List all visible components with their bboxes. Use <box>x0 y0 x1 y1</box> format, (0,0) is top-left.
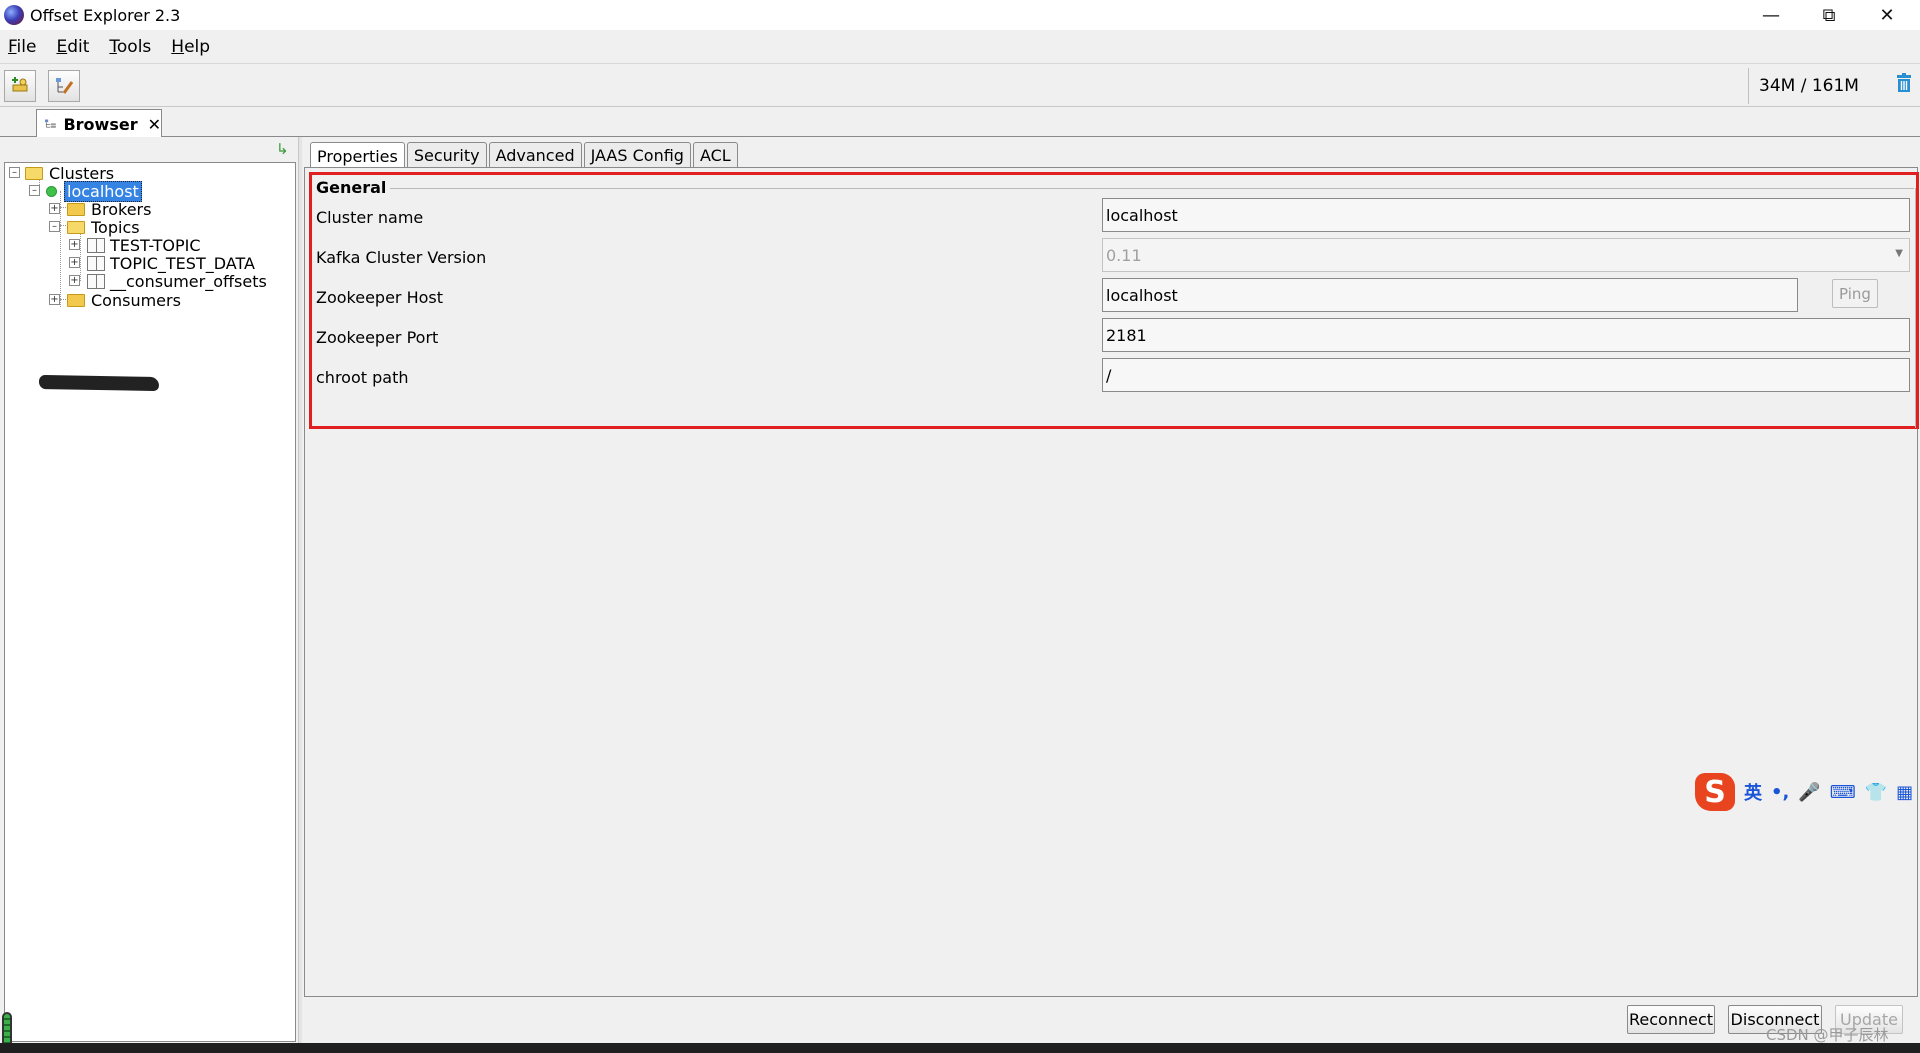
os-taskbar <box>0 1043 1920 1053</box>
tree-node-consumers[interactable]: + Consumers <box>49 290 181 310</box>
tree-node-topic[interactable]: + __consumer_offsets <box>69 271 267 291</box>
document-tab-strip: Browser ✕ <box>0 107 1920 138</box>
tree-label: TEST-TOPIC <box>110 235 201 255</box>
watermark: CSDN @甲子辰林 <box>1766 1026 1889 1044</box>
cluster-name-field[interactable]: localhost <box>1102 198 1910 232</box>
microphone-icon[interactable]: 🎤 <box>1798 782 1820 803</box>
edit-connection-button[interactable] <box>48 70 80 102</box>
restore-button[interactable]: ⧉ <box>1800 0 1858 30</box>
ime-punctuation-toggle[interactable]: •, <box>1771 782 1789 803</box>
ping-button[interactable]: Ping <box>1832 279 1878 308</box>
window-title: Offset Explorer 2.3 <box>30 5 181 25</box>
tree-label: TOPIC_TEST_DATA <box>110 253 255 273</box>
close-tab-icon[interactable]: ✕ <box>148 115 161 134</box>
general-section-highlight: General Cluster name localhost Kafka Clu… <box>309 172 1919 429</box>
properties-tabs: Properties Security Advanced JAAS Config… <box>310 142 740 169</box>
zookeeper-host-field[interactable]: localhost <box>1102 278 1798 312</box>
ime-toolbar: S 英 •, 🎤 ⌨ 👕 ▦ <box>1695 771 1920 813</box>
topic-icon <box>87 255 105 271</box>
collapse-icon[interactable]: – <box>29 185 40 196</box>
tree-node-localhost[interactable]: – localhost <box>29 180 142 202</box>
tab-jaas-config[interactable]: JAAS Config <box>583 142 691 168</box>
folder-icon <box>67 202 85 216</box>
tab-properties[interactable]: Properties <box>310 142 405 169</box>
folder-icon <box>67 293 85 307</box>
folder-open-icon <box>25 166 43 180</box>
redaction-scribble <box>38 374 160 392</box>
tree-panel: ↳ – Clusters – localhost + Brokers – Top… <box>0 137 300 1053</box>
zookeeper-port-label: Zookeeper Port <box>316 328 439 347</box>
memory-usage: 34M / 161M <box>1759 76 1859 96</box>
tree-node-topic[interactable]: + TOPIC_TEST_DATA <box>69 253 255 273</box>
tab-advanced[interactable]: Advanced <box>488 142 582 168</box>
topic-icon <box>87 237 105 253</box>
keyboard-icon[interactable]: ⌨ <box>1830 782 1856 803</box>
browser-tree-icon <box>45 119 56 128</box>
add-connection-button[interactable] <box>4 70 36 102</box>
reconnect-button[interactable]: Reconnect <box>1627 1005 1715 1034</box>
sogou-logo-icon[interactable]: S <box>1695 773 1735 811</box>
menu-tools[interactable]: Tools <box>109 37 151 57</box>
menu-file[interactable]: File <box>8 37 36 57</box>
connected-status-icon <box>46 185 57 197</box>
app-logo-icon <box>4 5 24 25</box>
title-bar: Offset Explorer 2.3 — ⧉ ✕ <box>0 0 1920 30</box>
cluster-name-label: Cluster name <box>316 208 424 227</box>
topic-icon <box>87 273 105 289</box>
tab-browser[interactable]: Browser ✕ <box>36 109 162 138</box>
kafka-version-label: Kafka Cluster Version <box>316 248 487 267</box>
close-window-button[interactable]: ✕ <box>1858 0 1916 30</box>
cluster-tree: – Clusters – localhost + Brokers – Topic… <box>4 162 296 1042</box>
tree-label: Consumers <box>91 290 181 310</box>
general-legend: General <box>316 178 391 197</box>
tab-security[interactable]: Security <box>406 142 487 168</box>
menu-edit[interactable]: Edit <box>56 37 89 57</box>
memory-indicator: 34M / 161M <box>1748 68 1898 104</box>
properties-tab-content: General Cluster name localhost Kafka Clu… <box>304 167 1919 997</box>
collapse-icon[interactable]: – <box>49 221 60 232</box>
tree-label: Brokers <box>91 199 152 219</box>
chroot-path-field[interactable]: / <box>1102 358 1910 392</box>
refresh-icon[interactable]: ↳ <box>276 141 292 157</box>
minimize-button[interactable]: — <box>1742 0 1800 30</box>
toolbar: 34M / 161M <box>0 63 1920 107</box>
folder-open-icon <box>67 220 85 234</box>
expand-icon[interactable]: + <box>49 294 60 305</box>
skin-icon[interactable]: 👕 <box>1865 782 1887 803</box>
zookeeper-port-value: 2181 <box>1106 325 1147 345</box>
zookeeper-host-label: Zookeeper Host <box>316 288 444 307</box>
properties-panel: Properties Security Advanced JAAS Config… <box>302 137 1920 1053</box>
tree-node-topics[interactable]: – Topics <box>49 217 140 237</box>
tree-node-topic[interactable]: + TEST-TOPIC <box>69 235 201 255</box>
tree-node-brokers[interactable]: + Brokers <box>49 199 151 219</box>
menu-help[interactable]: Help <box>171 37 210 57</box>
add-connection-icon <box>12 77 28 92</box>
kafka-version-select[interactable]: 0.11 ▼ <box>1102 238 1910 272</box>
menu-bar: File Edit Tools Help <box>0 30 1920 63</box>
expand-icon[interactable]: + <box>69 257 80 268</box>
zookeeper-host-value: localhost <box>1106 285 1178 305</box>
expand-icon[interactable]: + <box>69 239 80 250</box>
grid-menu-icon[interactable]: ▦ <box>1896 782 1913 803</box>
tree-label: __consumer_offsets <box>110 271 267 291</box>
zookeeper-port-field[interactable]: 2181 <box>1102 318 1910 352</box>
tree-label: Topics <box>91 217 140 237</box>
trash-icon[interactable] <box>1896 73 1912 93</box>
tab-acl[interactable]: ACL <box>692 142 738 168</box>
kafka-version-value: 0.11 <box>1106 245 1142 265</box>
collapse-icon[interactable]: – <box>9 167 20 178</box>
chroot-path-value: / <box>1106 365 1112 385</box>
cluster-name-value: localhost <box>1106 205 1178 225</box>
chroot-path-label: chroot path <box>316 368 409 387</box>
chevron-down-icon: ▼ <box>1895 248 1903 259</box>
tree-edit-icon <box>56 78 74 94</box>
expand-icon[interactable]: + <box>69 275 80 286</box>
ime-language-toggle[interactable]: 英 <box>1744 779 1762 805</box>
expand-icon[interactable]: + <box>49 203 60 214</box>
tab-browser-label: Browser <box>63 114 138 134</box>
